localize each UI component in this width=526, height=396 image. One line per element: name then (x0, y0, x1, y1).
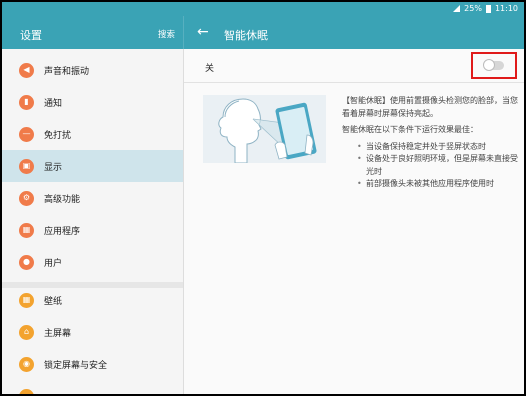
switch-knob (483, 59, 495, 71)
sidebar-item-notifications[interactable]: ▮ 通知 (2, 86, 183, 118)
sidebar-item-home-screen[interactable]: ⌂ 主屏幕 (2, 316, 183, 348)
sidebar-item-wallpaper[interactable]: ▦ 壁纸 (2, 284, 183, 316)
description-text: 【智能休眠】使用前置摄像头检测您的脸部，当您看着屏幕时屏幕保持亮起。 (342, 96, 518, 118)
conditions-list: 当设备保持稳定并处于竖屏状态时 设备处于良好照明环境，但是屏幕未直接受光时 前部… (342, 141, 518, 191)
do-not-disturb-icon: — (19, 126, 34, 142)
conditions-title: 智能休眠在以下条件下运行效果最佳： (342, 125, 478, 134)
settings-sidebar: ◀ 声音和振动 ▮ 通知 — 免打扰 ▣ 显示 ⚙ 高级功能 ▦ 应用程序 ● … (2, 49, 184, 394)
wallpaper-icon: ▦ (19, 292, 34, 308)
sidebar-item-label: 应用程序 (44, 226, 81, 237)
sidebar-item-label: 主屏幕 (44, 328, 72, 339)
list-item: 前部摄像头未被其他应用程序使用时 (342, 178, 518, 191)
smart-stay-switch[interactable] (483, 59, 504, 71)
users-icon: ● (19, 254, 34, 270)
smart-stay-description: 【智能休眠】使用前置摄像头检测您的脸部，当您看着屏幕时屏幕保持亮起。 智能休眠在… (342, 95, 518, 191)
smart-stay-illustration (203, 95, 326, 163)
smart-stay-panel: 关 【智能休眠】使用前置摄像头检测您的脸部，当您看着屏幕时屏幕保持亮起。 智能休… (184, 49, 524, 394)
sidebar-item-label: 通知 (44, 98, 63, 109)
sidebar-item-label: 声音和振动 (44, 66, 90, 77)
face-and-tablet-image (203, 95, 326, 163)
notification-icon: ▮ (19, 94, 34, 110)
toggle-state-label: 关 (205, 64, 215, 74)
sidebar-item-label: 壁纸 (44, 296, 63, 307)
sidebar-item-lock-screen-security[interactable]: ◉ 锁定屏幕与安全 (2, 348, 183, 380)
sidebar-item-users[interactable]: ● 用户 (2, 246, 183, 278)
status-bar: 25% 11:10 (2, 2, 524, 16)
page-title: 智能休眠 (224, 29, 268, 42)
battery-percent: 25% (464, 4, 482, 13)
app-window: 25% 11:10 设置 搜索 ← 智能休眠 ◀ 声音和振动 ▮ 通知 — 免打… (2, 2, 524, 394)
home-screen-icon: ⌂ (19, 324, 34, 340)
lock-icon: ◉ (19, 356, 34, 372)
sidebar-item-label: 锁定屏幕与安全 (44, 360, 108, 371)
sidebar-item-display[interactable]: ▣ 显示 (2, 150, 183, 182)
sidebar-item-label: 用户 (44, 258, 63, 269)
search-button[interactable]: 搜索 (158, 28, 175, 40)
applications-icon: ▦ (19, 222, 34, 238)
app-bar: 设置 搜索 ← 智能休眠 (2, 16, 524, 49)
sidebar-item-applications[interactable]: ▦ 应用程序 (2, 214, 183, 246)
clock: 11:10 (494, 4, 518, 13)
advanced-features-icon: ⚙ (19, 190, 34, 206)
sidebar-item-advanced-features[interactable]: ⚙ 高级功能 (2, 182, 183, 214)
sidebar-item-label: 免打扰 (44, 130, 72, 141)
app-bar-divider (183, 16, 184, 49)
settings-title: 设置 (20, 29, 42, 42)
list-item: 当设备保持稳定并处于竖屏状态时 (342, 141, 518, 154)
smart-stay-toggle-row[interactable]: 关 (184, 49, 524, 83)
list-item: 设备处于良好照明环境，但是屏幕未直接受光时 (342, 153, 518, 178)
display-icon: ▣ (19, 158, 34, 174)
sidebar-item-label: 高级功能 (44, 194, 81, 205)
back-arrow-icon[interactable]: ← (197, 25, 209, 39)
sidebar-item-sound-vibration[interactable]: ◀ 声音和振动 (2, 54, 183, 86)
sidebar-item-do-not-disturb[interactable]: — 免打扰 (2, 118, 183, 150)
battery-icon (485, 4, 491, 13)
sidebar-item-label: 显示 (44, 162, 63, 173)
volume-icon: ◀ (19, 62, 34, 78)
signal-icon (453, 5, 461, 12)
privacy-icon (19, 388, 34, 394)
sidebar-item-partial[interactable] (2, 380, 183, 394)
